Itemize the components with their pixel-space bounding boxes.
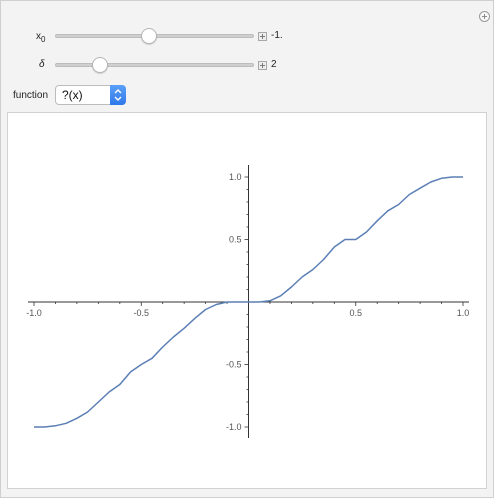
plus-icon[interactable] [479,11,490,22]
x-tick-label: 1.0 [457,308,470,318]
y-tick-label: -0.5 [226,360,242,370]
x-tick-label: -1.0 [26,308,42,318]
delta-value: 2 [271,59,277,70]
updown-arrows-icon[interactable] [110,85,126,105]
y-tick-label: 1.0 [229,172,242,182]
x0-label: x0 [36,31,45,44]
x0-label-subscript: 0 [41,35,46,44]
x0-plus-icon[interactable] [258,32,267,41]
x0-value: -1. [271,30,283,41]
y-tick-label: 0.5 [229,235,242,245]
x-tick-label: 0.5 [349,308,362,318]
function-selected: ?(x) [62,88,83,102]
x-tick-label: -0.5 [133,308,149,318]
delta-plus-icon[interactable] [258,61,267,70]
function-label: function [13,90,49,101]
demonstration-panel: x0 -1. δ 2 function ?(x) -1.0 -0.5 0.5 1.0 1… [0,0,494,498]
chevron-updown-icon [114,89,122,101]
plot-svg: -1.0 -0.5 0.5 1.0 1.0 0.5 -0.5 -1.0 [26,165,470,438]
delta-label: δ [39,59,45,70]
y-tick-label: -1.0 [226,422,242,432]
plot-area: -1.0 -0.5 0.5 1.0 1.0 0.5 -0.5 -1.0 [7,112,487,489]
delta-slider-track[interactable] [55,63,254,67]
function-popup[interactable]: ?(x) [55,85,126,105]
delta-slider-thumb[interactable] [91,57,108,73]
x0-slider-thumb[interactable] [141,28,157,44]
